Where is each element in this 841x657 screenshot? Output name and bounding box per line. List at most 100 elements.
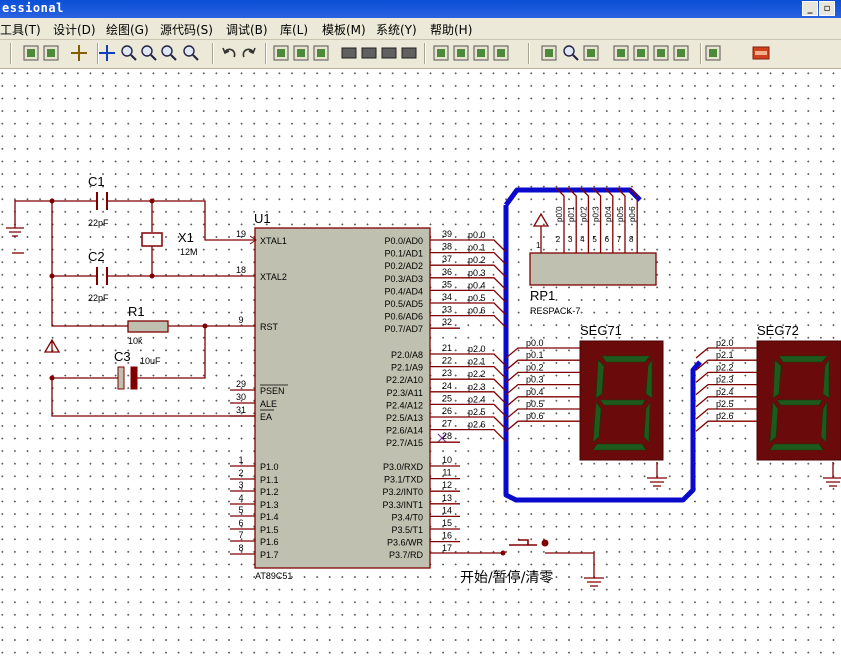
seg-net-label: p0.4 [526, 387, 544, 397]
block-delete-icon[interactable] [400, 44, 418, 62]
seg-net-label: p0.6 [526, 411, 544, 421]
u1-pin-name: P0.1/AD1 [384, 249, 423, 259]
copy-icon[interactable] [292, 44, 310, 62]
u1-pin-name: P0.7/AD7 [384, 324, 423, 334]
net-label: p2.6 [468, 420, 486, 430]
menu-graph[interactable]: 绘图(G) [106, 21, 149, 38]
property-assign-icon[interactable] [582, 44, 600, 62]
block-copy-icon[interactable] [340, 44, 358, 62]
menu-design[interactable]: 设计(D) [53, 21, 96, 38]
seg72-ground [823, 462, 841, 487]
schematic-canvas[interactable]: 19 XTAL1 18 XTAL2 9 RST 29 PSEN 30 ALE 31 EA 1 P1.0 2 P… [0, 69, 841, 657]
title-bar: essional _ ▫ [0, 0, 841, 18]
u1-pin-number: 29 [236, 379, 246, 389]
net-label: p2.0 [468, 344, 486, 354]
u1-part: AT89C51 [255, 571, 292, 581]
u1-pin-number: 14 [442, 505, 452, 515]
toolbar-separator [265, 43, 267, 64]
block-move-icon[interactable] [360, 44, 378, 62]
menu-tools[interactable]: 工具(T) [0, 21, 41, 38]
c2-value: 22pF [88, 293, 109, 303]
cut-icon[interactable] [272, 44, 290, 62]
rp1-net-label: p0.0 [555, 206, 564, 222]
net-label: p0.3 [468, 268, 486, 278]
seg71-ref: SEG71 [580, 323, 622, 338]
menu-library[interactable]: 库(L) [280, 21, 308, 38]
u1-pin-number: 32 [442, 317, 452, 327]
rp1-pin-number: 2 [556, 235, 561, 244]
schematic-drawing: 19XTAL118XTAL29RST29PSEN30ALE31EA1P1.02P… [6, 174, 841, 587]
u1-pin-name: P0.2/AD2 [384, 261, 423, 271]
u1-pin-name: P2.5/A13 [386, 413, 423, 423]
block-rotate-icon[interactable] [380, 44, 398, 62]
undo-icon[interactable] [220, 44, 238, 62]
u1-pin-name: P0.3/AD3 [384, 274, 423, 284]
u1-pin-number: 18 [236, 265, 246, 275]
restore-button[interactable]: ▫ [819, 1, 835, 16]
u1-pin-name: P0.0/AD0 [384, 236, 423, 246]
u1-pin-name: P3.4/T0 [391, 512, 423, 522]
menu-template[interactable]: 模板(M) [322, 21, 366, 38]
u1-pin-name: ALE [260, 399, 277, 409]
remove-sheet-icon[interactable] [632, 44, 650, 62]
paste-icon[interactable] [312, 44, 330, 62]
u1-pin-name: P2.1/A9 [391, 363, 423, 373]
c3-value: 10uF [140, 356, 161, 366]
c1-plates [96, 192, 108, 210]
junction-dot [49, 375, 55, 381]
rp1-net-label: p0.2 [579, 206, 588, 222]
net-wire [460, 314, 507, 329]
zoom-out-icon[interactable] [140, 44, 158, 62]
make-device-icon[interactable] [452, 44, 470, 62]
u1-pin-name: P1.4 [260, 512, 279, 522]
u1-pin-number: 4 [238, 493, 243, 503]
zoom-all-icon[interactable] [160, 44, 178, 62]
ares-icon[interactable] [752, 44, 770, 62]
junction-dot [500, 550, 506, 556]
grid-icon[interactable] [42, 44, 60, 62]
toolbar-separator [528, 43, 530, 64]
netlist-icon[interactable] [704, 44, 722, 62]
pick-device-icon[interactable] [432, 44, 450, 62]
package-icon[interactable] [472, 44, 490, 62]
zoom-in-icon[interactable] [120, 44, 138, 62]
decompose-icon[interactable] [492, 44, 510, 62]
bom-icon[interactable] [672, 44, 690, 62]
pan-icon[interactable] [98, 44, 116, 62]
u1-pin-name: P3.0/RXD [383, 462, 424, 472]
u1-pin-name: P1.0 [260, 462, 279, 472]
goto-sheet-icon[interactable] [652, 44, 670, 62]
search-icon[interactable] [562, 44, 580, 62]
ground-symbol-left [6, 200, 24, 237]
refresh-icon[interactable] [22, 44, 40, 62]
u1-pin-name: P2.7/A15 [386, 438, 423, 448]
u1-pin-number: 11 [442, 468, 451, 478]
wire-autoroute-icon[interactable] [540, 44, 558, 62]
u1-pin-number: 39 [442, 229, 452, 239]
u1-pin-number: 28 [442, 431, 452, 441]
net-label: p0.5 [468, 293, 486, 303]
rp1-pin-number: 8 [629, 235, 634, 244]
c2-ref: C2 [88, 249, 105, 264]
redo-icon[interactable] [240, 44, 258, 62]
u1-pin-number: 10 [442, 455, 452, 465]
r1-ref: R1 [128, 304, 145, 319]
rp1-pin-number: 5 [592, 235, 597, 244]
u1-pin-name: P2.0/A8 [391, 350, 423, 360]
menu-system[interactable]: 系统(Y) [376, 21, 417, 38]
rp1-pin1-number: 1 [536, 241, 541, 250]
menu-source[interactable]: 源代码(S) [160, 21, 213, 38]
minimize-button[interactable]: _ [802, 1, 818, 16]
net-label: p2.3 [468, 382, 486, 392]
u1-pin-name: RST [260, 322, 279, 332]
seg-net-label: p2.1 [716, 350, 734, 360]
menu-help[interactable]: 帮助(H) [430, 21, 472, 38]
u1-pin-number: 7 [238, 530, 243, 540]
origin-icon[interactable] [70, 44, 88, 62]
new-sheet-icon[interactable] [612, 44, 630, 62]
u1-pin-number: 21 [442, 343, 452, 353]
menu-debug[interactable]: 调试(B) [226, 21, 268, 38]
rp1-net-label: p0.3 [592, 206, 601, 222]
zoom-area-icon[interactable] [182, 44, 200, 62]
net-label: p0.4 [468, 280, 486, 290]
